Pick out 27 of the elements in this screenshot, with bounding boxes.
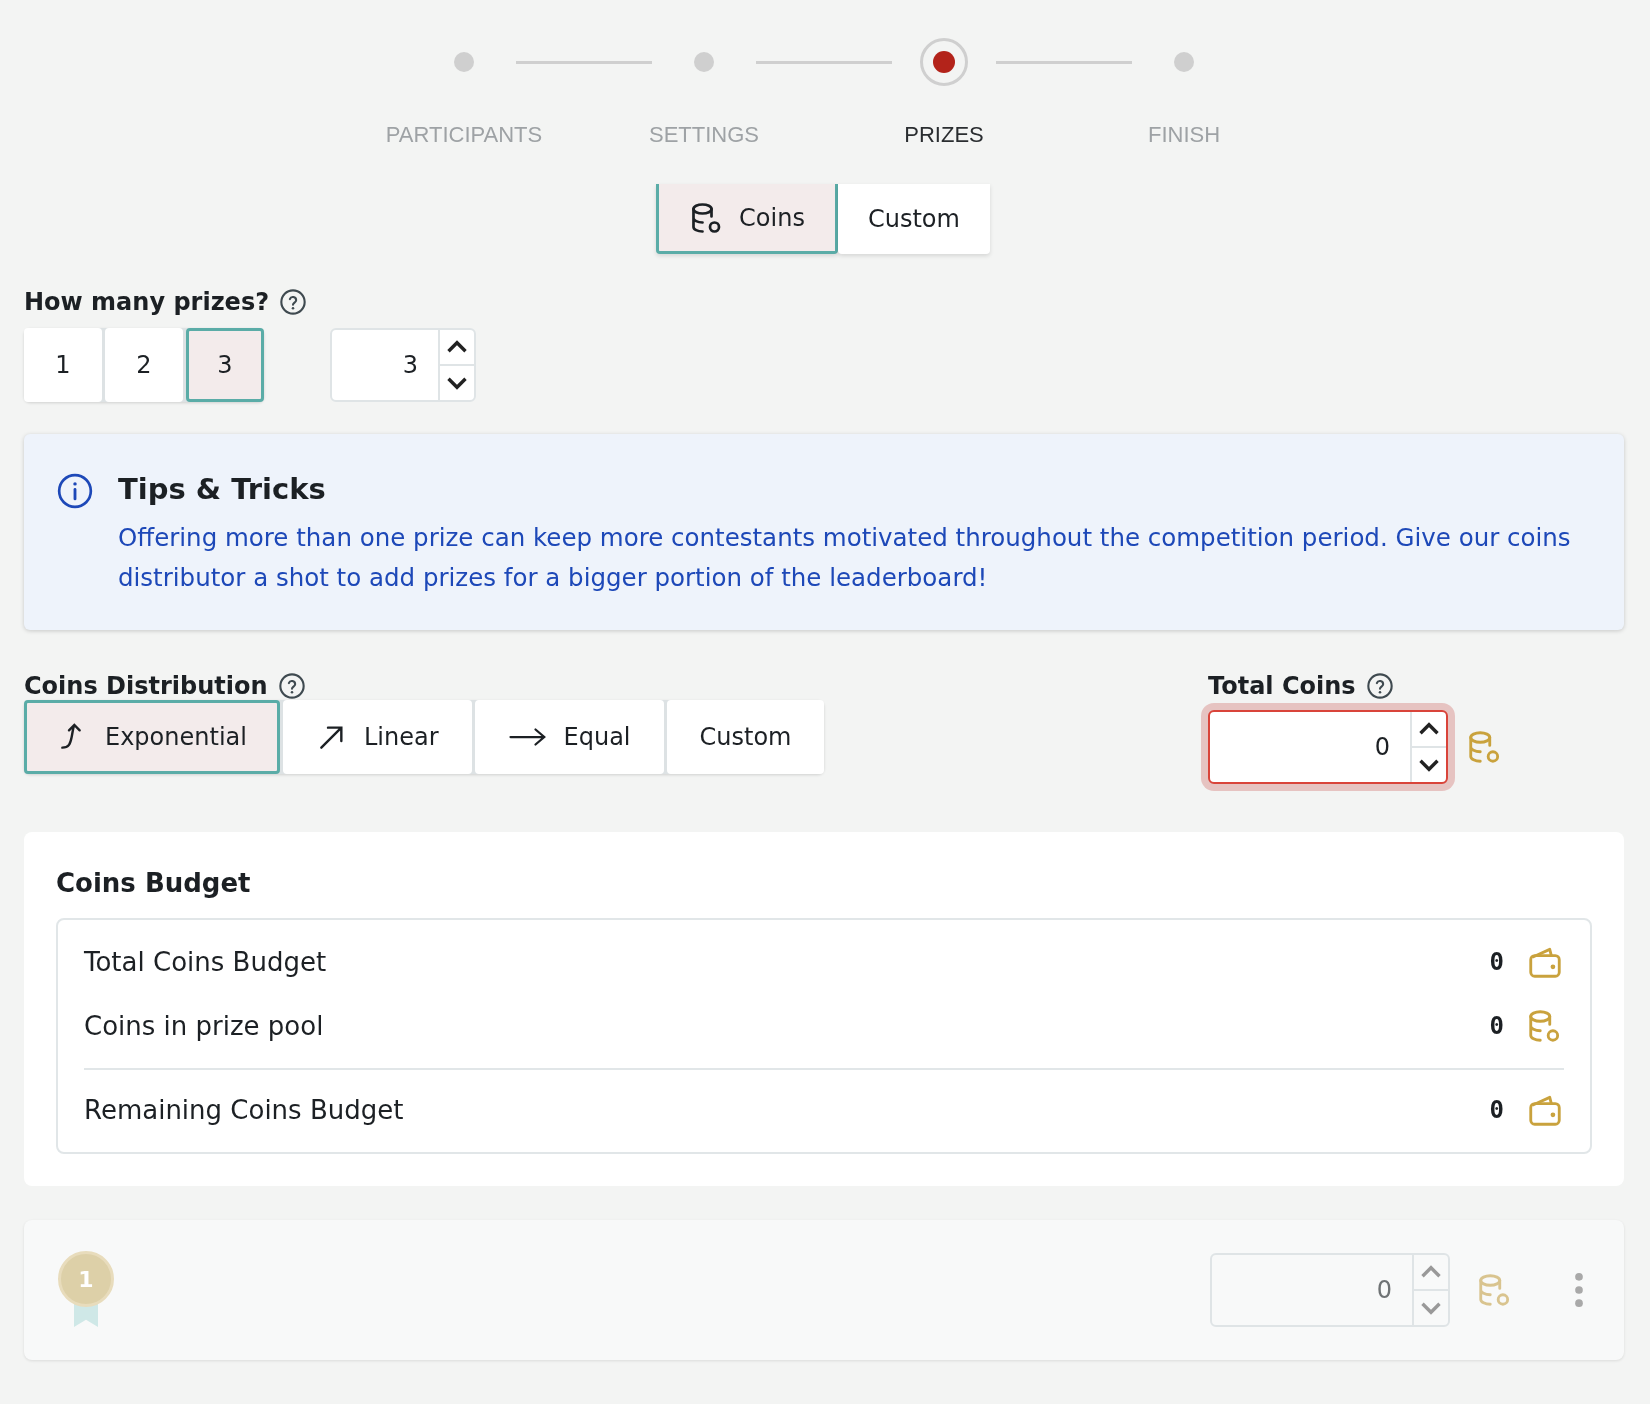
budget-value: 0: [1489, 948, 1504, 976]
distribution-option[interactable]: Custom: [666, 700, 825, 774]
total-coins-label: Total Coins: [1208, 672, 1356, 700]
step-label[interactable]: PRIZES: [904, 122, 984, 148]
tips-text: Offering more than one prize can keep more contestants motivated throughout the competition period. Give our coins distributor a shot to add prizes for a bigger portion of the leaderboard!: [118, 522, 1572, 594]
info-icon: [56, 472, 94, 510]
budget-label: Total Coins Budget: [84, 947, 328, 977]
distribution-option[interactable]: Exponential: [24, 700, 280, 774]
prize-count-option[interactable]: 2: [105, 328, 183, 402]
help-icon[interactable]: [1365, 672, 1394, 700]
prize-type-tab[interactable]: Coins: [656, 184, 838, 254]
budget-value: 0: [1489, 1012, 1504, 1040]
prizes-count-label: How many prizes?: [24, 288, 270, 316]
help-icon[interactable]: [277, 672, 306, 700]
help-icon[interactable]: [279, 288, 308, 316]
budget-label: Remaining Coins Budget: [84, 1095, 405, 1125]
prize-type-tab[interactable]: Custom: [837, 184, 990, 254]
budget-title: Coins Budget: [56, 868, 252, 898]
budget-value: 0: [1489, 1096, 1504, 1124]
prize-count-input[interactable]: 3: [330, 328, 476, 402]
distribution-label: Coins Distribution: [24, 672, 268, 700]
distribution-option[interactable]: Equal: [474, 700, 664, 774]
tips-title: Tips & Tricks: [118, 472, 327, 506]
prize-count-option[interactable]: 3: [186, 328, 264, 402]
distribution-option[interactable]: Linear: [282, 700, 472, 774]
budget-label: Coins in prize pool: [84, 1011, 325, 1041]
prize-count-option[interactable]: 1: [24, 328, 102, 402]
